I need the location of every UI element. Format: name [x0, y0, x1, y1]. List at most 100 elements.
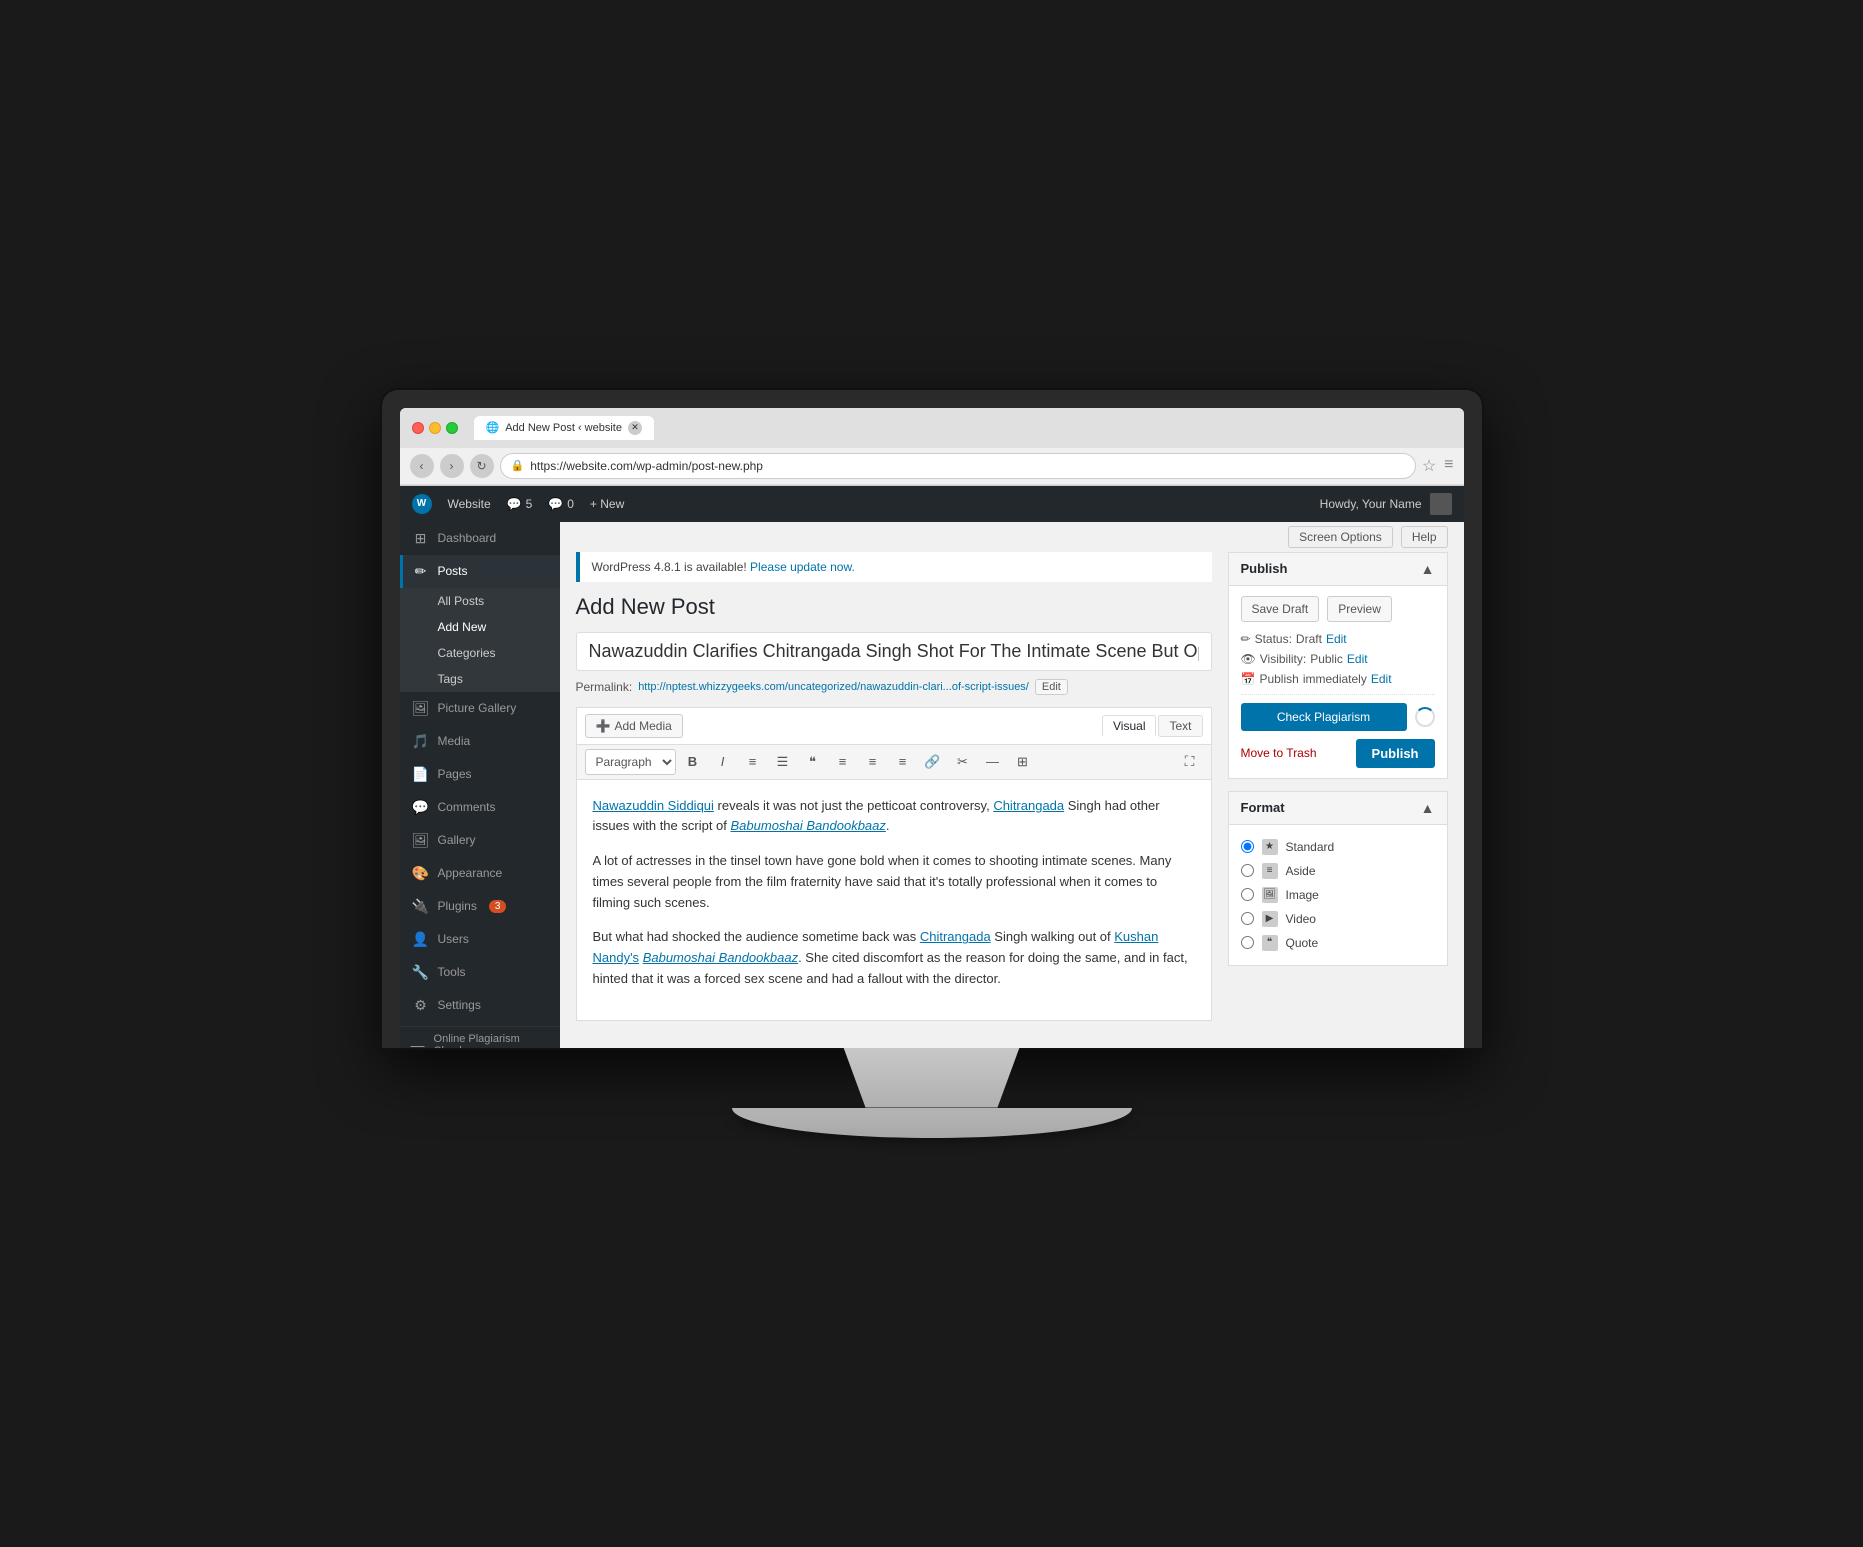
- publish-time-edit-link[interactable]: Edit: [1371, 672, 1392, 686]
- gallery-label: Gallery: [438, 833, 476, 847]
- admin-bar-user: Howdy, Your Name: [1320, 493, 1452, 515]
- format-widget-title: Format: [1241, 800, 1285, 815]
- visibility-edit-link[interactable]: Edit: [1347, 652, 1368, 666]
- monitor-stand-neck: [822, 1048, 1042, 1108]
- wp-logo[interactable]: W: [412, 494, 432, 514]
- publish-separator: [1241, 694, 1435, 695]
- bookmark-icon[interactable]: ☆: [1422, 456, 1436, 476]
- text-tab[interactable]: Text: [1158, 715, 1202, 737]
- browser-tab-title: Add New Post ‹ website: [505, 422, 622, 434]
- remove-link-button[interactable]: ✂: [950, 749, 976, 775]
- wp-sidebar: ⊞ Dashboard ✏ Posts All Posts: [400, 522, 560, 1048]
- tools-label: Tools: [438, 965, 466, 979]
- babumoshai-link-1[interactable]: Babumoshai Bandookbaaz: [731, 818, 886, 833]
- italic-button[interactable]: I: [710, 749, 736, 775]
- refresh-button[interactable]: ↻: [470, 454, 494, 478]
- visibility-label: Visibility:: [1260, 652, 1306, 666]
- move-to-trash-link[interactable]: Move to Trash: [1241, 746, 1317, 760]
- sidebar-item-picture-gallery[interactable]: 🖼 Picture Gallery: [400, 692, 560, 725]
- permalink-edit-button[interactable]: Edit: [1035, 679, 1068, 695]
- admin-bar-comments[interactable]: 💬 0: [548, 497, 574, 511]
- url-bar[interactable]: 🔒 https://website.com/wp-admin/post-new.…: [500, 453, 1416, 479]
- url-text: https://website.com/wp-admin/post-new.ph…: [530, 459, 763, 473]
- chitrangada-link-1[interactable]: Chitrangada: [993, 798, 1064, 813]
- sidebar-add-new-post[interactable]: Add New: [400, 614, 560, 640]
- sidebar-item-pages[interactable]: 📄 Pages: [400, 758, 560, 791]
- sidebar-item-appearance[interactable]: 🎨 Appearance: [400, 857, 560, 890]
- admin-bar-site[interactable]: Website: [448, 497, 491, 511]
- format-widget-toggle[interactable]: ▲: [1421, 800, 1435, 816]
- insert-link-button[interactable]: 🔗: [920, 749, 946, 775]
- align-right-button[interactable]: ≡: [890, 749, 916, 775]
- menu-icon[interactable]: ≡: [1444, 456, 1453, 476]
- close-tab-button[interactable]: ✕: [628, 421, 642, 435]
- format-image-radio[interactable]: [1241, 888, 1254, 901]
- bold-button[interactable]: B: [680, 749, 706, 775]
- format-quote-radio[interactable]: [1241, 936, 1254, 949]
- minimize-window-button[interactable]: [429, 422, 441, 434]
- video-icon: ▶: [1262, 911, 1278, 927]
- maximize-window-button[interactable]: [446, 422, 458, 434]
- horizontal-rule-button[interactable]: —: [980, 749, 1006, 775]
- babumoshai-link-2[interactable]: Babumoshai Bandookbaaz: [643, 950, 798, 965]
- sidebar-item-posts[interactable]: ✏ Posts: [400, 555, 560, 588]
- screen-options-button[interactable]: Screen Options: [1288, 526, 1393, 548]
- sidebar-item-dashboard[interactable]: ⊞ Dashboard: [400, 522, 560, 555]
- publish-widget-toggle[interactable]: ▲: [1421, 561, 1435, 577]
- sidebar-item-gallery[interactable]: 🖼 Gallery: [400, 824, 560, 857]
- close-window-button[interactable]: [412, 422, 424, 434]
- check-plagiarism-button[interactable]: Check Plagiarism: [1241, 703, 1407, 731]
- back-button[interactable]: ‹: [410, 454, 434, 478]
- format-standard-radio[interactable]: [1241, 840, 1254, 853]
- sidebar-item-tools[interactable]: 🔧 Tools: [400, 956, 560, 989]
- post-title-input[interactable]: [576, 632, 1212, 671]
- posts-icon: ✏: [412, 563, 430, 580]
- publish-button[interactable]: Publish: [1356, 739, 1435, 768]
- align-left-button[interactable]: ≡: [830, 749, 856, 775]
- calendar-icon: 📅: [1241, 672, 1256, 686]
- plagiarism-label: Online Plagiarism Checker: [434, 1033, 550, 1048]
- browser-tab[interactable]: 🌐 Add New Post ‹ website ✕: [474, 416, 654, 440]
- visual-tab[interactable]: Visual: [1102, 715, 1156, 737]
- format-aside-radio[interactable]: [1241, 864, 1254, 877]
- settings-icon: ⚙: [412, 997, 430, 1014]
- sidebar-all-posts[interactable]: All Posts: [400, 588, 560, 614]
- preview-button[interactable]: Preview: [1327, 596, 1392, 622]
- status-edit-link[interactable]: Edit: [1326, 632, 1347, 646]
- forward-button[interactable]: ›: [440, 454, 464, 478]
- add-media-button[interactable]: ➕ Add Media: [585, 714, 683, 738]
- format-select[interactable]: Paragraph: [585, 749, 676, 775]
- format-video-radio[interactable]: [1241, 912, 1254, 925]
- update-now-link[interactable]: Please update now.: [750, 560, 855, 574]
- status-value: Draft: [1296, 632, 1322, 646]
- quote-icon: ❝: [1262, 935, 1278, 951]
- permalink-url[interactable]: http://nptest.whizzygeeks.com/uncategori…: [638, 681, 1029, 693]
- sidebar-submenu-posts: All Posts Add New Categories Tags: [400, 588, 560, 692]
- admin-bar-add-new[interactable]: + New: [590, 497, 624, 511]
- sidebar-item-media[interactable]: 🎵 Media: [400, 725, 560, 758]
- sidebar-item-settings[interactable]: ⚙ Settings: [400, 989, 560, 1022]
- blockquote-button[interactable]: ❝: [800, 749, 826, 775]
- sidebar-tags[interactable]: Tags: [400, 666, 560, 692]
- visibility-value: Public: [1310, 652, 1343, 666]
- sidebar-item-comments[interactable]: 💬 Comments: [400, 791, 560, 824]
- admin-bar-posts[interactable]: 💬 5: [507, 497, 533, 511]
- editor-area: WordPress 4.8.1 is available! Please upd…: [576, 552, 1212, 1048]
- video-label: Video: [1286, 912, 1316, 926]
- sidebar-item-users[interactable]: 👤 Users: [400, 923, 560, 956]
- save-draft-button[interactable]: Save Draft: [1241, 596, 1320, 622]
- ordered-list-button[interactable]: ≡: [740, 749, 766, 775]
- editor-body[interactable]: Nawazuddin Siddiqui reveals it was not j…: [576, 779, 1212, 1021]
- expand-editor-button[interactable]: ⛶: [1177, 749, 1203, 775]
- help-button[interactable]: Help: [1401, 526, 1448, 548]
- sidebar-categories[interactable]: Categories: [400, 640, 560, 666]
- tags-label: Tags: [438, 672, 463, 686]
- sidebar-item-plagiarism[interactable]: — Online Plagiarism Checker: [400, 1026, 560, 1048]
- nawazuddin-link[interactable]: Nawazuddin Siddiqui: [593, 798, 714, 813]
- chitrangada-link-2[interactable]: Chitrangada: [920, 929, 991, 944]
- unordered-list-button[interactable]: ☰: [770, 749, 796, 775]
- align-center-button[interactable]: ≡: [860, 749, 886, 775]
- table-button[interactable]: ⊞: [1010, 749, 1036, 775]
- editor-paragraph-2: A lot of actresses in the tinsel town ha…: [593, 851, 1195, 913]
- sidebar-item-plugins[interactable]: 🔌 Plugins 3: [400, 890, 560, 923]
